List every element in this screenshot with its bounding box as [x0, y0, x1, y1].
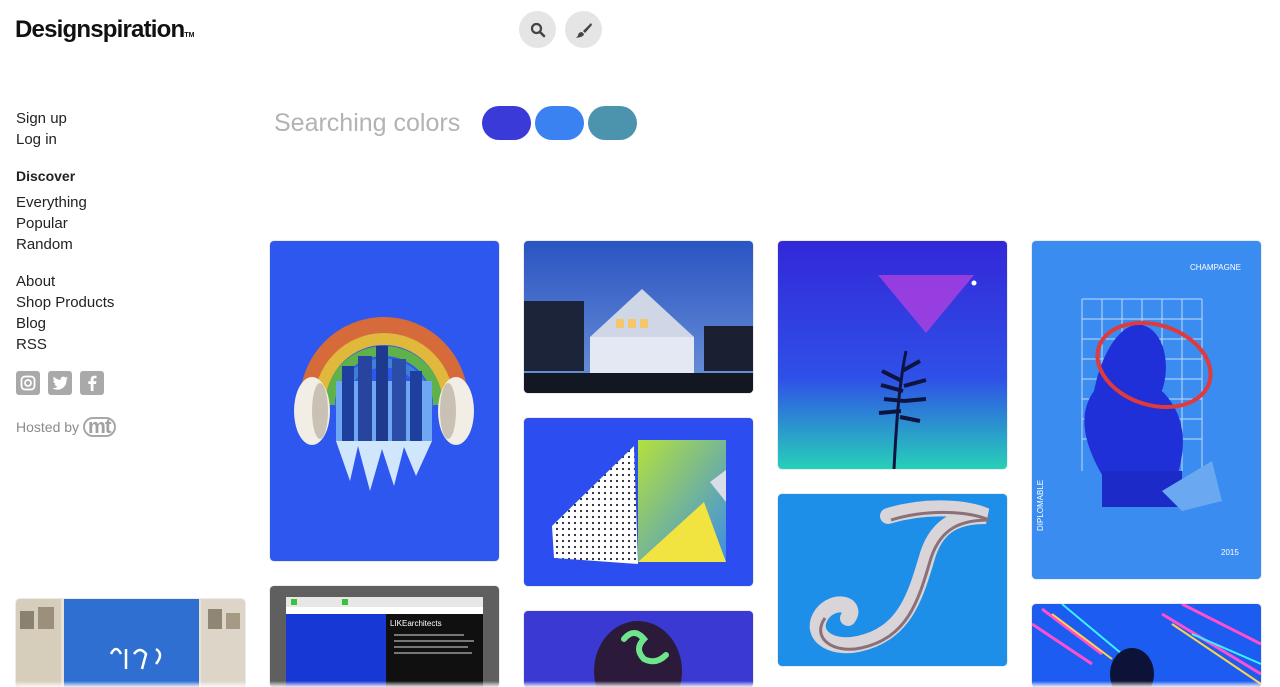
neon-face-image[interactable]	[524, 611, 753, 687]
rss-link[interactable]: RSS	[16, 334, 236, 355]
facebook-icon[interactable]	[80, 371, 104, 395]
about-link[interactable]: About	[16, 271, 236, 292]
random-link[interactable]: Random	[16, 234, 236, 255]
exhibition-wall-image[interactable]	[16, 599, 245, 687]
blog-link[interactable]: Blog	[16, 313, 236, 334]
letter-j-typography-image[interactable]	[778, 494, 1007, 666]
log-in-link[interactable]: Log in	[16, 129, 236, 150]
color-swatch-blue[interactable]	[535, 106, 585, 140]
sign-up-link[interactable]: Sign up	[16, 108, 236, 129]
paintbrush-icon	[575, 22, 592, 38]
tile-fade	[16, 681, 245, 687]
champagne-bust-poster-image[interactable]: CHAMPAGNE DIPLOMABLE 2015	[1032, 241, 1261, 579]
tile-fade	[1032, 681, 1261, 687]
glitch-silhouette-image[interactable]	[1032, 604, 1261, 687]
hosted-by-label: Hosted by	[16, 419, 80, 435]
search-icon	[530, 22, 545, 37]
tile-fade	[270, 681, 499, 687]
palm-leaf-neon-image[interactable]	[778, 241, 1007, 469]
account-links: Sign up Log in	[16, 108, 236, 150]
color-search-button[interactable]	[565, 11, 602, 48]
site-logo[interactable]: DesignspirationTM	[15, 16, 194, 44]
like-architects-title: LIKEarchitects	[390, 619, 442, 628]
discover-heading: Discover	[16, 168, 76, 184]
hosted-by: Hosted by mt	[16, 417, 236, 437]
instagram-icon[interactable]	[16, 371, 40, 395]
diplomable-label: DIPLOMABLE	[1036, 479, 1045, 531]
sidebar: Sign up Log in Discover Everything Popul…	[16, 108, 236, 437]
trademark: TM	[184, 32, 195, 39]
rainbow-headphones-city-image[interactable]	[270, 241, 499, 561]
folded-paper-shapes-image[interactable]	[524, 418, 753, 586]
discover-section: Discover Everything Popular Random	[16, 166, 236, 255]
champagne-label: CHAMPAGNE	[1190, 263, 1241, 272]
shop-products-link[interactable]: Shop Products	[16, 292, 236, 313]
tile-fade	[524, 681, 753, 687]
like-architects-website-image[interactable]: LIKEarchitects	[270, 586, 499, 687]
logo-text: Designspiration	[15, 16, 185, 43]
color-swatch-indigo[interactable]	[482, 106, 532, 140]
info-links: About Shop Products Blog RSS	[16, 271, 236, 355]
color-swatch-teal[interactable]	[588, 106, 638, 140]
house-at-dusk-image[interactable]	[524, 241, 753, 393]
social-links	[16, 371, 236, 395]
searching-colors-label: Searching colors	[274, 108, 461, 137]
year-label: 2015	[1221, 548, 1239, 557]
twitter-icon[interactable]	[48, 371, 72, 395]
color-search-bar: Searching colors	[274, 106, 641, 140]
popular-link[interactable]: Popular	[16, 213, 236, 234]
everything-link[interactable]: Everything	[16, 192, 236, 213]
hosting-logo[interactable]: mt	[83, 417, 116, 437]
search-button[interactable]	[519, 11, 556, 48]
